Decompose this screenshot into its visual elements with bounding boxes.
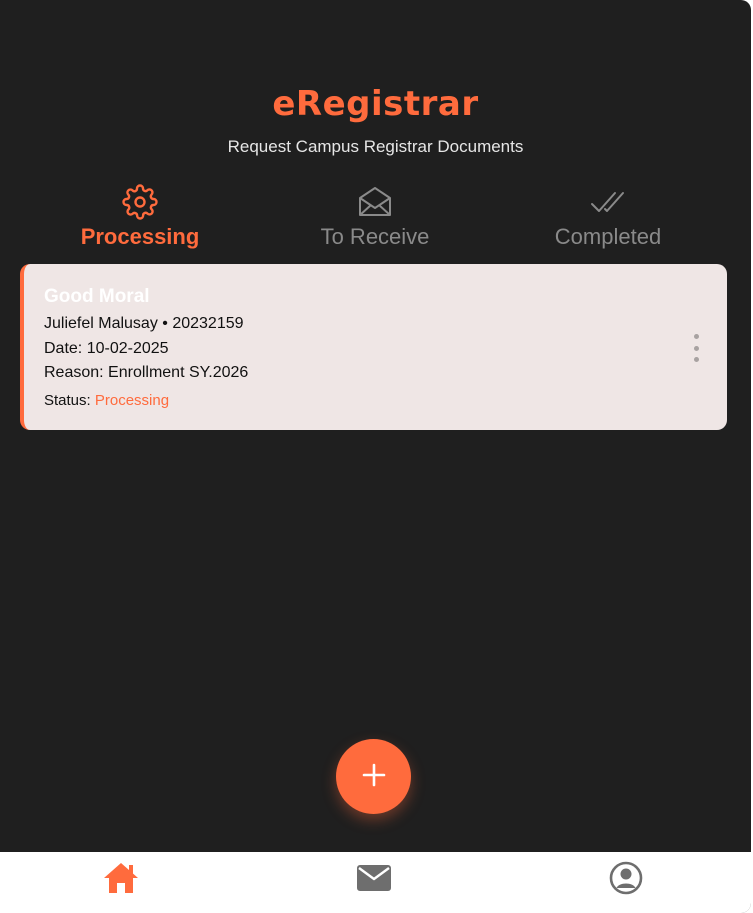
request-card[interactable]: Good Moral Juliefel Malusay • 20232159 D…: [20, 264, 727, 430]
request-status: Status: Processing: [44, 392, 169, 409]
open-envelope-icon: [255, 182, 495, 222]
student-info: Juliefel Malusay • 20232159: [44, 315, 244, 332]
tab-label: To Receive: [320, 224, 430, 249]
request-reason: Reason: Enrollment SY.2026: [44, 364, 249, 381]
status-label: Status:: [44, 392, 91, 409]
app-title: eRegistrar: [272, 84, 479, 124]
tab-to-receive[interactable]: To Receive: [255, 182, 495, 250]
more-options-icon[interactable]: [689, 334, 703, 362]
tab-processing[interactable]: Processing: [20, 182, 260, 250]
app-screen: eRegistrar Request Campus Registrar Docu…: [0, 0, 751, 913]
double-check-icon: [488, 182, 728, 222]
mail-icon[interactable]: [354, 858, 394, 898]
plus-icon: [361, 762, 387, 792]
document-name: Good Moral: [44, 286, 150, 307]
request-date: Date: 10-02-2025: [44, 340, 169, 357]
app-subtitle: Request Campus Registrar Documents: [227, 137, 524, 156]
home-icon[interactable]: [101, 858, 141, 898]
add-request-button[interactable]: [336, 739, 411, 814]
tab-label: Processing: [80, 224, 200, 249]
tab-label: Completed: [554, 224, 662, 249]
bottom-navigation: [0, 852, 751, 913]
gear-icon: [20, 182, 260, 222]
tab-completed[interactable]: Completed: [488, 182, 728, 250]
status-value: Processing: [94, 392, 170, 409]
profile-icon[interactable]: [606, 858, 646, 898]
